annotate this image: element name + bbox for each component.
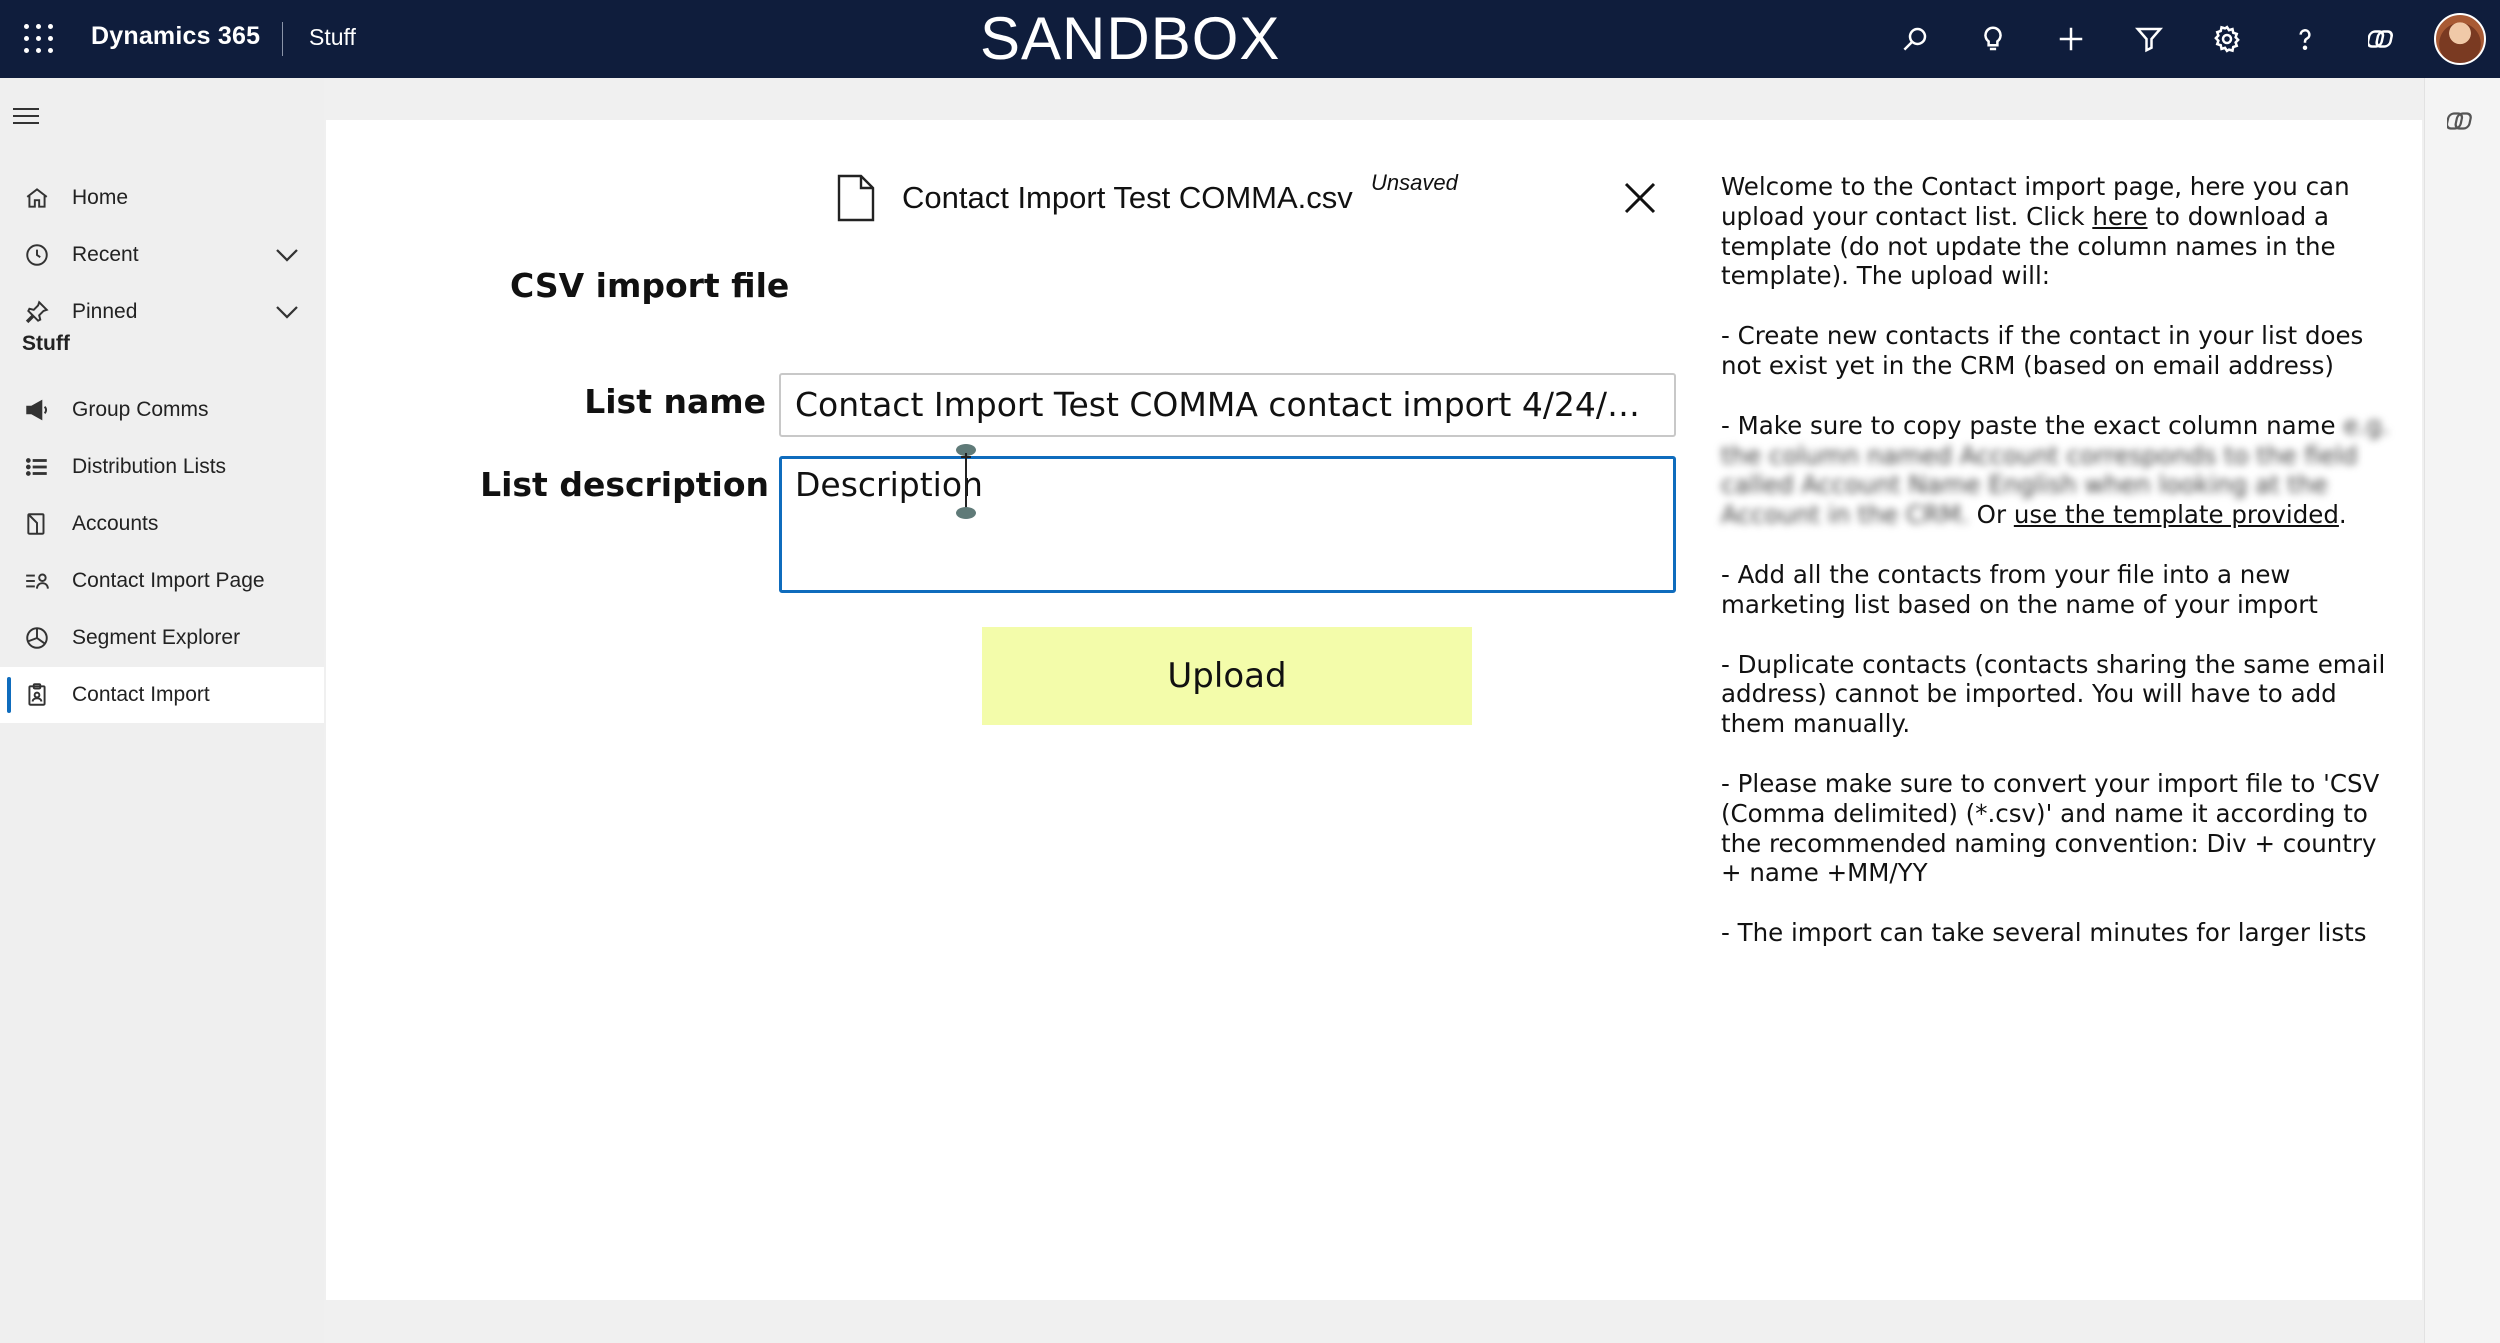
area-name[interactable]: Stuff bbox=[309, 24, 356, 51]
close-icon[interactable] bbox=[1620, 178, 1660, 218]
plus-icon[interactable] bbox=[2052, 20, 2090, 58]
help-bullet-4: - Duplicate contacts (contacts sharing t… bbox=[1721, 649, 2386, 739]
file-icon bbox=[836, 174, 876, 222]
sidebar-item-home[interactable]: Home bbox=[0, 170, 324, 226]
sidebar-item-distribution-lists[interactable]: Distribution Lists bbox=[0, 439, 324, 495]
list-description-label: List description bbox=[480, 465, 769, 504]
download-template-link[interactable]: here bbox=[2092, 202, 2147, 231]
sidebar-item-contact-import[interactable]: Contact Import bbox=[0, 667, 324, 723]
list-name-label: List name bbox=[584, 382, 766, 421]
sidebar: Home Recent Pinned Stuff Group Comms Dis… bbox=[0, 78, 324, 1343]
chevron-down-icon[interactable] bbox=[272, 240, 302, 270]
right-rail bbox=[2424, 78, 2500, 1343]
clipboard-icon bbox=[22, 680, 52, 710]
copilot-icon[interactable] bbox=[2364, 20, 2402, 58]
environment-banner: SANDBOX bbox=[980, 5, 1281, 72]
sidebar-group-label: Stuff bbox=[22, 332, 70, 355]
filter-icon[interactable] bbox=[2130, 20, 2168, 58]
sidebar-item-label: Accounts bbox=[72, 512, 159, 535]
help-icon[interactable] bbox=[2286, 20, 2324, 58]
sidebar-item-label: Group Comms bbox=[72, 398, 209, 421]
sidebar-item-label: Segment Explorer bbox=[72, 626, 241, 649]
list-description-input[interactable]: Description bbox=[779, 456, 1676, 593]
search-icon[interactable] bbox=[1896, 20, 1934, 58]
contact-list-icon bbox=[22, 566, 52, 596]
sidebar-item-label: Contact Import bbox=[72, 683, 210, 706]
settings-icon[interactable] bbox=[2208, 20, 2246, 58]
segment-icon bbox=[22, 623, 52, 653]
app-name[interactable]: Dynamics 365 bbox=[91, 22, 260, 51]
sidebar-item-segment-explorer[interactable]: Segment Explorer bbox=[0, 610, 324, 666]
clock-icon bbox=[22, 240, 52, 270]
copilot-icon[interactable] bbox=[2445, 106, 2479, 138]
help-bullet-5: - Please make sure to convert your impor… bbox=[1721, 768, 2380, 888]
sidebar-item-label: Recent bbox=[72, 243, 139, 266]
sidebar-item-contact-import-page[interactable]: Contact Import Page bbox=[0, 553, 324, 609]
header-divider bbox=[282, 22, 283, 56]
help-intro: Welcome to the Contact import page, here… bbox=[1721, 172, 2401, 291]
help-panel: Welcome to the Contact import page, here… bbox=[1721, 172, 2401, 978]
use-template-link[interactable]: use the template provided bbox=[2014, 500, 2339, 529]
sidebar-item-label: Pinned bbox=[72, 300, 138, 323]
hamburger-menu-icon[interactable] bbox=[13, 106, 41, 126]
save-status: Unsaved bbox=[1371, 170, 1458, 195]
help-bullet-2-end: . bbox=[2338, 500, 2347, 530]
text-caret-handle[interactable] bbox=[955, 443, 977, 521]
help-bullet-6: - The import can take several minutes fo… bbox=[1721, 918, 2367, 948]
upload-button[interactable]: Upload bbox=[982, 627, 1472, 725]
sidebar-item-label: Distribution Lists bbox=[72, 455, 227, 478]
file-name: Contact Import Test COMMA.csv bbox=[902, 180, 1353, 215]
megaphone-icon bbox=[22, 395, 52, 425]
help-bullet-2-text: - Make sure to copy paste the exact colu… bbox=[1721, 410, 2336, 440]
chevron-down-icon[interactable] bbox=[272, 297, 302, 327]
app-launcher-icon[interactable] bbox=[22, 22, 56, 56]
help-bullet-1: - Create new contacts if the contact in … bbox=[1721, 321, 2364, 380]
sidebar-item-group-comms[interactable]: Group Comms bbox=[0, 382, 324, 438]
top-bar: Dynamics 365 Stuff SANDBOX bbox=[0, 0, 2500, 78]
pin-icon bbox=[22, 297, 52, 327]
help-bullet-2: - Make sure to copy paste the exact colu… bbox=[1721, 411, 2401, 530]
sidebar-item-recent[interactable]: Recent bbox=[0, 227, 324, 283]
list-name-input[interactable]: Contact Import Test COMMA contact import… bbox=[779, 373, 1676, 437]
section-title: CSV import file bbox=[510, 266, 790, 305]
help-bullet-2-or: Or bbox=[1968, 500, 2014, 530]
list-icon bbox=[22, 452, 52, 482]
help-bullet-3: - Add all the contacts from your file in… bbox=[1721, 559, 2318, 619]
sidebar-item-label: Home bbox=[72, 186, 129, 209]
accounts-icon bbox=[22, 509, 52, 539]
home-icon bbox=[22, 183, 52, 213]
lightbulb-icon[interactable] bbox=[1974, 20, 2012, 58]
sidebar-item-label: Contact Import Page bbox=[72, 569, 265, 592]
sidebar-item-accounts[interactable]: Accounts bbox=[0, 496, 324, 552]
user-avatar[interactable] bbox=[2434, 13, 2486, 65]
